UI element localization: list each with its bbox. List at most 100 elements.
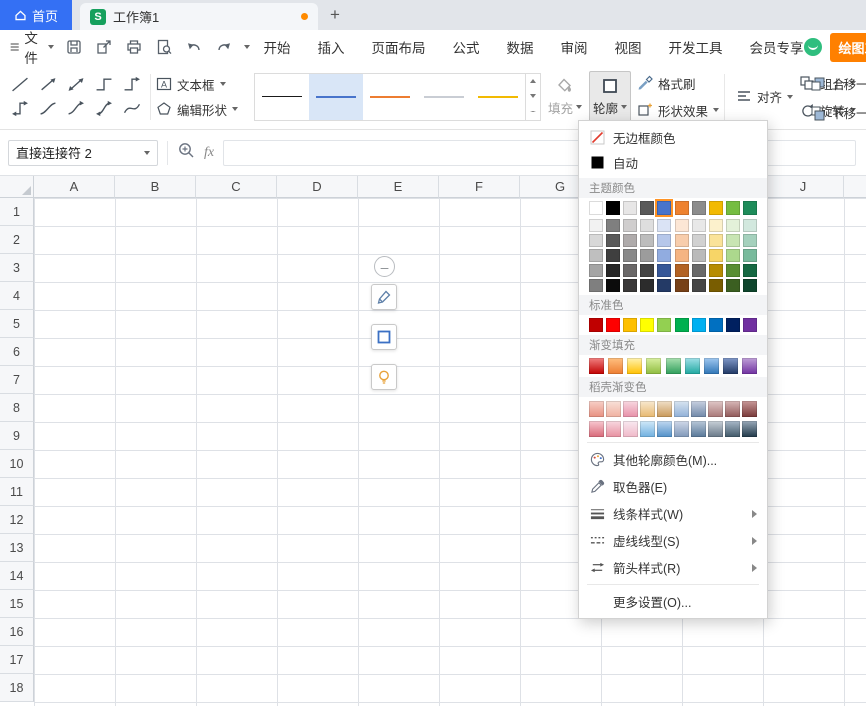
chevron-down-icon[interactable] xyxy=(144,151,150,155)
shape-outline-quick-button[interactable] xyxy=(371,324,397,350)
zoom-icon[interactable] xyxy=(177,141,195,164)
quick-style-brush-button[interactable] xyxy=(371,284,397,310)
export-icon[interactable] xyxy=(94,37,114,57)
color-swatch[interactable] xyxy=(692,264,706,277)
color-swatch[interactable] xyxy=(589,201,603,215)
tab-document[interactable]: S 工作簿1 xyxy=(80,3,318,30)
gradient-swatch[interactable] xyxy=(691,401,706,417)
color-swatch[interactable] xyxy=(743,279,757,292)
gradient-swatch[interactable] xyxy=(708,421,723,437)
collapse-toolbar-button[interactable]: – xyxy=(374,256,395,277)
row-header-4[interactable]: 4 xyxy=(0,282,34,310)
menu-数据[interactable]: 数据 xyxy=(507,37,534,57)
color-swatch[interactable] xyxy=(657,264,671,277)
row-header-10[interactable]: 10 xyxy=(0,450,34,478)
dropdown-item-2[interactable]: 线条样式(W) xyxy=(579,500,767,527)
color-swatch[interactable] xyxy=(589,219,603,232)
color-swatch[interactable] xyxy=(675,249,689,262)
textbox-button[interactable]: A 文本框 xyxy=(156,75,254,94)
new-tab-button[interactable]: + xyxy=(318,0,352,30)
outline-button[interactable]: 轮廓 xyxy=(589,71,631,123)
color-swatch[interactable] xyxy=(606,264,620,277)
color-swatch[interactable] xyxy=(709,249,723,262)
color-swatch[interactable] xyxy=(640,201,654,215)
gradient-swatch[interactable] xyxy=(589,358,604,374)
color-swatch[interactable] xyxy=(640,234,654,247)
shape-effects-button[interactable]: 形状效果 xyxy=(637,101,719,120)
color-swatch[interactable] xyxy=(657,279,671,292)
select-all-corner[interactable] xyxy=(0,176,34,198)
color-swatch[interactable] xyxy=(640,264,654,277)
gradient-swatch[interactable] xyxy=(606,421,621,437)
dropdown-item-5[interactable]: 更多设置(O)... xyxy=(579,588,767,615)
color-swatch[interactable] xyxy=(692,234,706,247)
dropdown-item-1[interactable]: 取色器(E) xyxy=(579,473,767,500)
menu-页面布局[interactable]: 页面布局 xyxy=(372,37,426,57)
color-swatch[interactable] xyxy=(675,219,689,232)
color-swatch[interactable] xyxy=(743,201,757,215)
gradient-swatch[interactable] xyxy=(723,358,738,374)
color-swatch[interactable] xyxy=(726,219,740,232)
color-swatch[interactable] xyxy=(623,234,637,247)
column-header-A[interactable]: A xyxy=(34,176,115,198)
gradient-swatch[interactable] xyxy=(623,421,638,437)
gradient-swatch[interactable] xyxy=(685,358,700,374)
fill-button[interactable]: 填充 xyxy=(544,71,586,123)
color-swatch[interactable] xyxy=(623,279,637,292)
row-header-7[interactable]: 7 xyxy=(0,366,34,394)
straight-connector-icon[interactable] xyxy=(6,73,33,97)
color-swatch[interactable] xyxy=(606,318,620,332)
row-header-18[interactable]: 18 xyxy=(0,674,34,702)
column-header-D[interactable]: D xyxy=(277,176,358,198)
menu-插入[interactable]: 插入 xyxy=(318,37,345,57)
color-swatch[interactable] xyxy=(743,249,757,262)
column-header-J[interactable]: J xyxy=(763,176,844,198)
gradient-swatch[interactable] xyxy=(627,358,642,374)
row-header-9[interactable]: 9 xyxy=(0,422,34,450)
color-swatch[interactable] xyxy=(657,219,671,232)
color-swatch[interactable] xyxy=(623,201,637,215)
gallery-more-button[interactable] xyxy=(526,104,540,119)
row-header-15[interactable]: 15 xyxy=(0,590,34,618)
color-swatch[interactable] xyxy=(743,264,757,277)
menu-会员专享[interactable]: 会员专享 xyxy=(750,37,804,57)
color-swatch[interactable] xyxy=(709,318,723,332)
line-style-option-2[interactable] xyxy=(363,74,417,120)
color-swatch[interactable] xyxy=(692,318,706,332)
s-curve-connector-icon[interactable] xyxy=(118,97,145,121)
color-swatch[interactable] xyxy=(623,318,637,332)
print-preview-icon[interactable] xyxy=(154,37,174,57)
color-swatch[interactable] xyxy=(623,264,637,277)
color-swatch[interactable] xyxy=(657,201,671,215)
color-swatch[interactable] xyxy=(743,234,757,247)
row-header-5[interactable]: 5 xyxy=(0,310,34,338)
gradient-swatch[interactable] xyxy=(623,401,638,417)
color-swatch[interactable] xyxy=(589,249,603,262)
menu-开始[interactable]: 开始 xyxy=(264,37,291,57)
print-icon[interactable] xyxy=(124,37,144,57)
row-header-2[interactable]: 2 xyxy=(0,226,34,254)
color-swatch[interactable] xyxy=(709,264,723,277)
gradient-swatch[interactable] xyxy=(608,358,623,374)
undo-icon[interactable] xyxy=(184,37,204,57)
edit-shape-button[interactable]: 编辑形状 xyxy=(156,100,254,119)
bring-forward-button[interactable]: 上移一层 xyxy=(810,74,866,93)
toolbar-more-icon[interactable] xyxy=(244,45,250,49)
color-swatch[interactable] xyxy=(692,201,706,215)
color-swatch[interactable] xyxy=(657,249,671,262)
color-swatch[interactable] xyxy=(743,219,757,232)
gradient-swatch[interactable] xyxy=(742,401,757,417)
color-swatch[interactable] xyxy=(623,249,637,262)
color-swatch[interactable] xyxy=(657,318,671,332)
column-header-E[interactable]: E xyxy=(358,176,439,198)
line-style-option-3[interactable] xyxy=(417,74,471,120)
gradient-swatch[interactable] xyxy=(674,401,689,417)
row-header-6[interactable]: 6 xyxy=(0,338,34,366)
gradient-swatch[interactable] xyxy=(725,401,740,417)
dropdown-item-0[interactable]: 其他轮廓颜色(M)... xyxy=(579,446,767,473)
row-header-13[interactable]: 13 xyxy=(0,534,34,562)
color-swatch[interactable] xyxy=(606,249,620,262)
auto-color-item[interactable]: 自动 xyxy=(579,150,767,175)
color-swatch[interactable] xyxy=(726,279,740,292)
assistant-icon[interactable] xyxy=(804,38,822,56)
